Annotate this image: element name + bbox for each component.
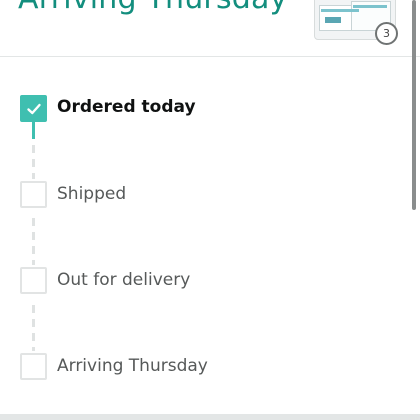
progress-line-pending	[32, 218, 35, 265]
step-checkbox-ordered	[20, 95, 47, 122]
step-checkbox-arriving	[20, 353, 47, 380]
product-image-stripe	[321, 9, 359, 12]
bottom-divider	[0, 414, 420, 420]
step-label-arriving: Arriving Thursday	[57, 356, 208, 376]
step-label-out-for-delivery: Out for delivery	[57, 270, 191, 290]
step-label-shipped: Shipped	[57, 184, 127, 204]
tracking-steps: Ordered today Shipped Out for delivery A…	[0, 57, 420, 415]
delivery-header: Arriving Thursday 3	[0, 0, 420, 57]
progress-line-completed	[32, 120, 35, 139]
product-image-label	[325, 17, 341, 23]
step-label-ordered: Ordered today	[57, 97, 196, 117]
step-checkbox-shipped	[20, 181, 47, 208]
step-checkbox-out-for-delivery	[20, 267, 47, 294]
scrollbar[interactable]	[412, 0, 416, 210]
progress-line-pending	[32, 305, 35, 351]
delivery-status-title: Arriving Thursday	[18, 0, 288, 16]
progress-line-pending	[32, 145, 35, 179]
item-quantity-badge: 3	[375, 22, 398, 45]
product-image-stripe	[353, 5, 387, 8]
check-icon	[26, 103, 41, 114]
